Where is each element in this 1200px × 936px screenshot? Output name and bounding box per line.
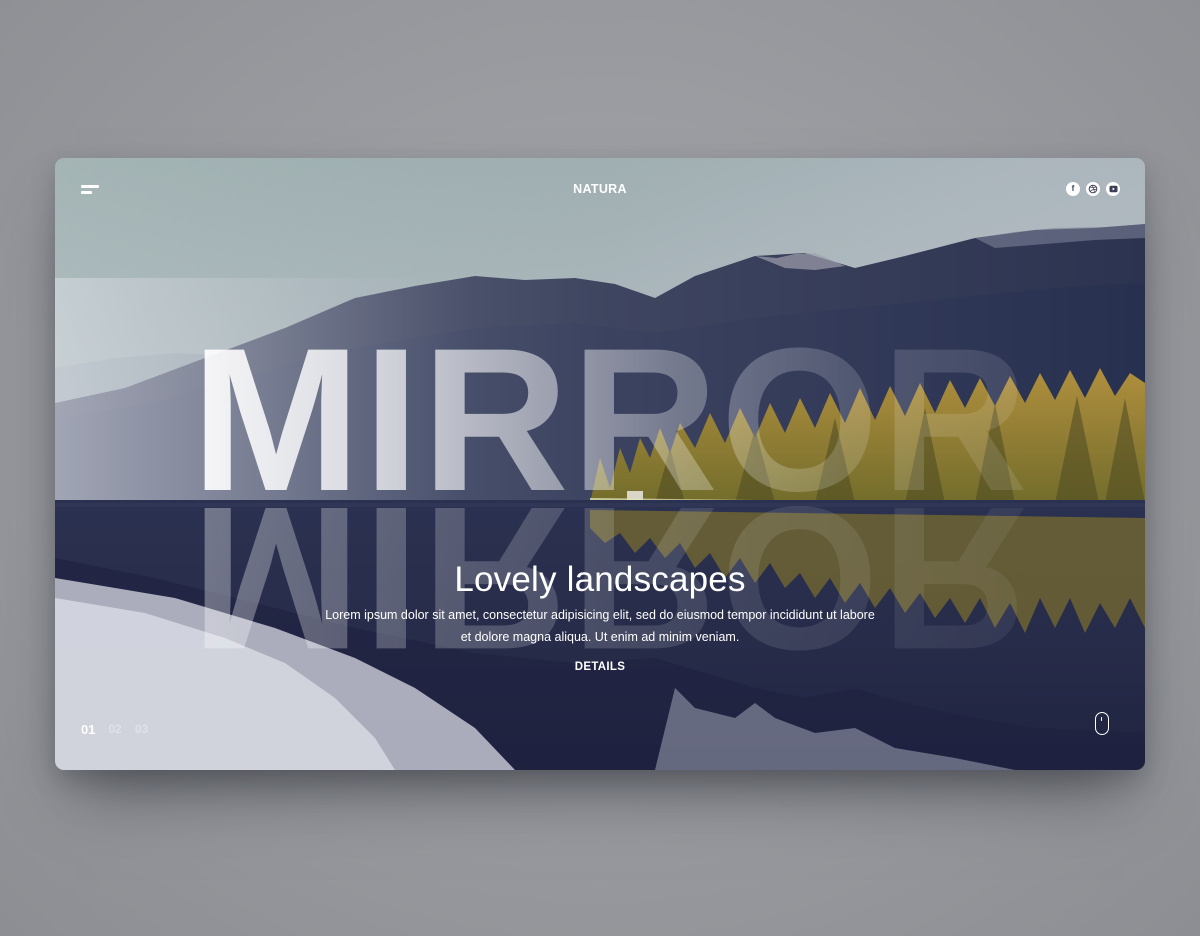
- dribbble-icon[interactable]: [1086, 182, 1100, 196]
- details-link[interactable]: DETAILS: [55, 661, 1145, 673]
- mirror-headline: MIRROR: [191, 340, 1031, 500]
- hero-title: Lovely landscapes: [454, 560, 746, 599]
- brand-logo[interactable]: NATURA: [55, 182, 1145, 196]
- hero-description: Lorem ipsum dolor sit amet, consectetur …: [325, 608, 875, 644]
- slide-indicator-03[interactable]: 03: [135, 722, 148, 737]
- scroll-mouse-icon[interactable]: [1095, 712, 1109, 735]
- facebook-icon[interactable]: f: [1066, 182, 1080, 196]
- slide-pager: 01 02 03: [81, 722, 148, 737]
- slide-indicator-02[interactable]: 02: [108, 722, 121, 737]
- social-links: f: [1066, 182, 1120, 196]
- youtube-icon[interactable]: [1106, 182, 1120, 196]
- slide-indicator-01[interactable]: 01: [81, 722, 95, 737]
- hero-card: MIRROR MIRROR NATURA f Lovely landscapes…: [55, 158, 1145, 770]
- facebook-glyph: f: [1071, 184, 1075, 193]
